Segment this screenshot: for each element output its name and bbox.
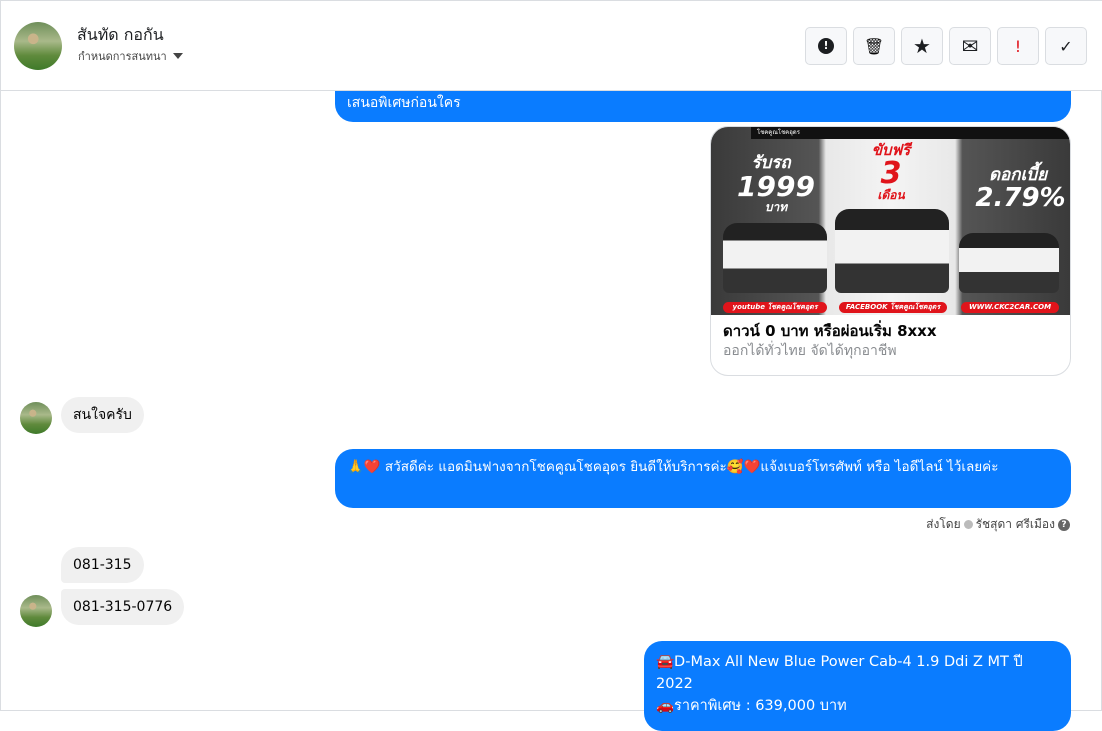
- caret-down-icon: [172, 53, 183, 59]
- contact-avatar[interactable]: [14, 22, 62, 70]
- banner-text: เดือน: [877, 188, 905, 202]
- card-subtitle: ออกได้ทั่วไทย จัดได้ทุกอาชีพ: [723, 343, 897, 359]
- mark-unread-button[interactable]: ✉: [949, 27, 991, 65]
- conversation-header: สันทัด กอกัน กำหนดการสนทนา ! 🗑 ★ ✉ ! ✓: [1, 1, 1102, 91]
- message-bubble-incoming: 081-315: [61, 547, 144, 583]
- banner-pill: WWW.CKC2CAR.COM: [961, 302, 1059, 313]
- spam-button[interactable]: !: [805, 27, 847, 65]
- banner-text: บาท: [764, 200, 788, 214]
- assign-conversation-dropdown[interactable]: กำหนดการสนทนา: [78, 47, 183, 65]
- message-text: เสนอพิเศษก่อนใคร: [347, 95, 461, 111]
- delete-button[interactable]: 🗑: [853, 27, 895, 65]
- banner-text: ดอกเบี้ย: [988, 165, 1048, 185]
- promo-card[interactable]: โชคคูณโชคอุดร รับรถ 1999 บาท ขับฟรี 3 เด…: [710, 126, 1071, 376]
- banner-text: 3: [880, 156, 902, 191]
- car-image: [723, 223, 827, 293]
- car-image: [959, 233, 1059, 293]
- agent-name: รัชสุดา ศรีเมือง: [975, 517, 1055, 531]
- banner-topbar: โชคคูณโชคอุดร: [751, 127, 1070, 139]
- message-text: สนใจครับ: [73, 407, 132, 423]
- help-icon[interactable]: ?: [1058, 518, 1070, 531]
- important-button[interactable]: !: [997, 27, 1039, 65]
- banner-text: 1999: [737, 170, 815, 203]
- contact-avatar: [20, 595, 52, 627]
- message-bubble-incoming: สนใจครับ: [61, 397, 144, 433]
- banner-pill: FACEBOOK โชคคูณโชคอุดร: [839, 302, 947, 313]
- trash-icon: 🗑: [863, 36, 885, 56]
- contact-avatar: [20, 402, 52, 434]
- star-icon: ★: [913, 34, 931, 58]
- message-bubble-outgoing: 🙏❤️ สวัสดีค่ะ แอดมินฟางจากโชคคูณโชคอุดร …: [335, 449, 1071, 508]
- exclamation-icon: !: [1014, 36, 1022, 56]
- message-text: 081-315-0776: [73, 599, 173, 615]
- message-line: 🚗ราคาพิเศษ : 639,000 บาท: [656, 698, 847, 714]
- done-button[interactable]: ✓: [1045, 27, 1087, 65]
- contact-name: สันทัด กอกัน: [77, 25, 164, 44]
- assign-label: กำหนดการสนทนา: [78, 50, 167, 63]
- banner-pill: youtube โชคคูณโชคอุดร: [723, 302, 827, 313]
- message-bubble-outgoing: 🚘D-Max All New Blue Power Cab-4 1.9 Ddi …: [644, 641, 1071, 731]
- message-text: 🙏❤️ สวัสดีค่ะ แอดมินฟางจากโชคคูณโชคอุดร …: [347, 459, 999, 475]
- message-line: 🚘D-Max All New Blue Power Cab-4 1.9 Ddi …: [656, 654, 1023, 692]
- sent-by-label: ส่งโดย: [926, 517, 961, 531]
- car-image: [835, 209, 949, 293]
- promo-image: โชคคูณโชคอุดร รับรถ 1999 บาท ขับฟรี 3 เด…: [711, 127, 1070, 315]
- sent-by-info: ส่งโดย รัชสุดา ศรีเมือง ?: [926, 515, 1070, 534]
- envelope-icon: ✉: [961, 34, 979, 58]
- alert-circle-icon: !: [818, 38, 834, 54]
- banner-text: 2.79%: [975, 183, 1066, 213]
- message-text: 081-315: [73, 557, 132, 573]
- message-bubble-incoming: 081-315-0776: [61, 589, 185, 625]
- agent-avatar-icon: [963, 520, 973, 529]
- star-button[interactable]: ★: [901, 27, 943, 65]
- check-icon: ✓: [1059, 36, 1073, 56]
